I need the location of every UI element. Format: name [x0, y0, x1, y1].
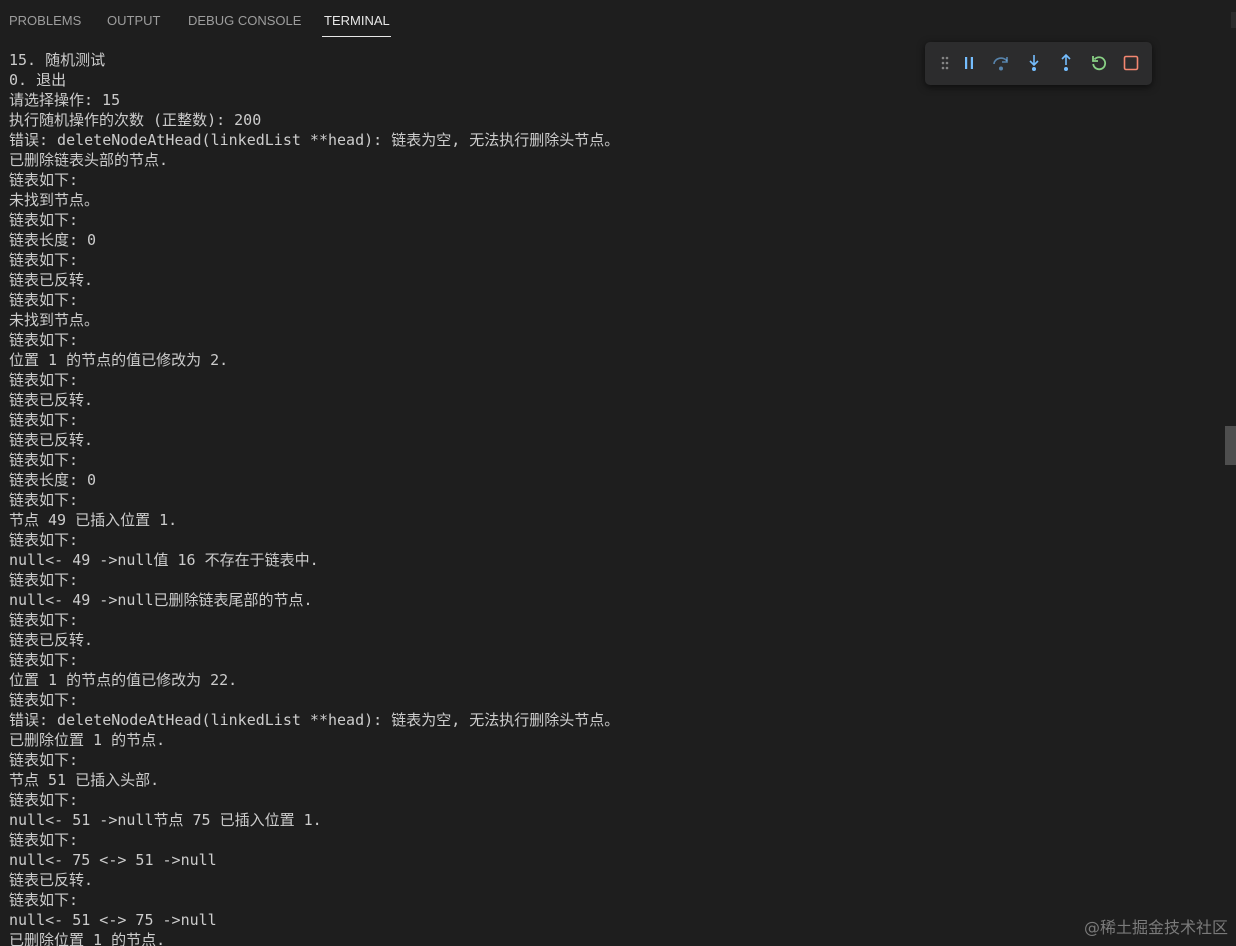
step-into-icon[interactable] — [1023, 52, 1045, 74]
panel-tab-bar: PROBLEMS OUTPUT DEBUG CONSOLE TERMINAL — [0, 0, 1236, 42]
terminal-line: null<- 49 ->null已删除链表尾部的节点. — [9, 591, 313, 609]
terminal-line: 链表已反转. — [9, 271, 94, 289]
terminal-line: 链表如下: — [9, 891, 79, 909]
active-tab-indicator — [322, 36, 391, 37]
step-over-icon[interactable] — [990, 52, 1012, 74]
tab-output[interactable]: OUTPUT — [107, 13, 160, 28]
watermark: @稀土掘金技术社区 — [1083, 918, 1228, 937]
terminal-line: 链表如下: — [9, 571, 79, 589]
step-out-icon[interactable] — [1055, 52, 1077, 74]
terminal-line: 链表已反转. — [9, 391, 94, 409]
restart-icon[interactable] — [1088, 52, 1110, 74]
terminal-line: 未找到节点。 — [9, 191, 100, 209]
terminal-line: 链表长度: 0 — [9, 471, 97, 489]
pause-icon[interactable] — [958, 52, 980, 74]
panel-overflow-edge — [1231, 12, 1236, 28]
terminal-line: 位置 1 的节点的值已修改为 2. — [9, 351, 229, 369]
terminal-line: null<- 51 ->null节点 75 已插入位置 1. — [9, 811, 322, 829]
terminal-line: 链表如下: — [9, 751, 79, 769]
terminal-line: 链表长度: 0 — [9, 231, 97, 249]
terminal-line: null<- 49 ->null值 16 不存在于链表中. — [9, 551, 319, 569]
terminal-line: 链表如下: — [9, 291, 79, 309]
tab-problems[interactable]: PROBLEMS — [9, 13, 81, 28]
terminal-line: null<- 51 <-> 75 ->null — [9, 911, 217, 929]
terminal-line: 链表如下: — [9, 531, 79, 549]
terminal-line: 链表如下: — [9, 211, 79, 229]
terminal-line: 链表如下: — [9, 251, 79, 269]
terminal-line: 链表如下: — [9, 331, 79, 349]
tab-terminal[interactable]: TERMINAL — [324, 13, 390, 28]
terminal-scrollbar-thumb[interactable] — [1225, 426, 1236, 465]
terminal-line: 链表如下: — [9, 791, 79, 809]
drag-handle-icon[interactable] — [934, 52, 956, 74]
terminal-line: 节点 49 已插入位置 1. — [9, 511, 178, 529]
terminal-line: 错误: deleteNodeAtHead(linkedList **head):… — [9, 131, 620, 149]
terminal-line: 链表如下: — [9, 171, 79, 189]
debug-toolbar — [925, 42, 1152, 85]
terminal-output[interactable]: 15. 随机测试 0. 退出 请选择操作: 15 执行随机操作的次数 (正整数): 2… — [9, 50, 1209, 946]
terminal-panel: PROBLEMS OUTPUT DEBUG CONSOLE TERMINAL 1… — [0, 0, 1236, 946]
terminal-line: 链表如下: — [9, 611, 79, 629]
terminal-line: 已删除位置 1 的节点. — [9, 931, 166, 946]
terminal-line: 链表已反转. — [9, 871, 94, 889]
terminal-line: 链表已反转. — [9, 431, 94, 449]
terminal-line: 链表如下: — [9, 651, 79, 669]
terminal-line: 位置 1 的节点的值已修改为 22. — [9, 671, 238, 689]
terminal-line: 链表如下: — [9, 451, 79, 469]
terminal-line: 链表如下: — [9, 491, 79, 509]
terminal-line: 已删除位置 1 的节点. — [9, 731, 166, 749]
stop-icon[interactable] — [1120, 52, 1142, 74]
terminal-line: 链表已反转. — [9, 631, 94, 649]
terminal-line: 错误: deleteNodeAtHead(linkedList **head):… — [9, 711, 620, 729]
terminal-line: 已删除链表头部的节点. — [9, 151, 169, 169]
terminal-line: 链表如下: — [9, 691, 79, 709]
terminal-line: null<- 75 <-> 51 ->null — [9, 851, 217, 869]
terminal-line: 未找到节点。 — [9, 311, 100, 329]
terminal-line: 链表如下: — [9, 831, 79, 849]
tab-debug-console[interactable]: DEBUG CONSOLE — [188, 13, 301, 28]
terminal-line: 请选择操作: 15 — [9, 91, 121, 109]
terminal-line: 链表如下: — [9, 411, 79, 429]
terminal-line: 链表如下: — [9, 371, 79, 389]
terminal-line: 执行随机操作的次数 (正整数): 200 — [9, 111, 262, 129]
terminal-line: 节点 51 已插入头部. — [9, 771, 160, 789]
